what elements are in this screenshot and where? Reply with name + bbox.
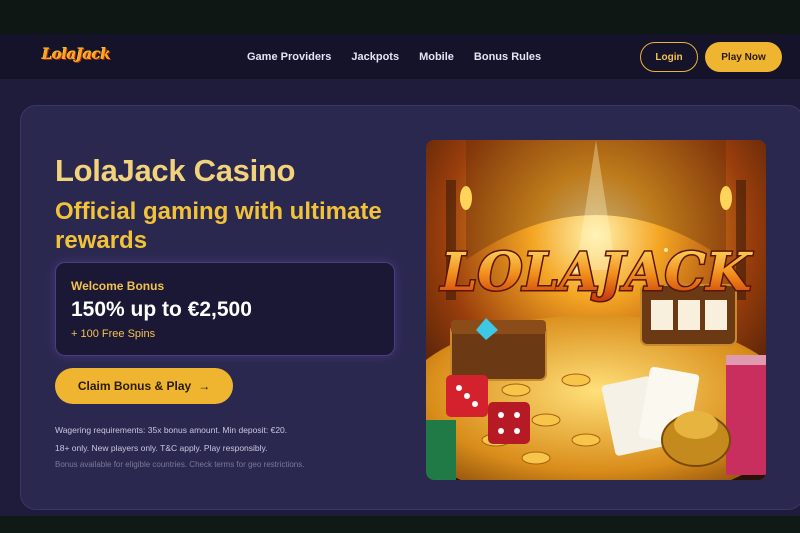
arrow-right-icon: →	[198, 379, 211, 393]
page-subtitle: Official gaming with ultimate rewards	[55, 198, 382, 254]
nav-jackpots[interactable]: Jackpots	[351, 51, 399, 63]
top-band	[0, 0, 800, 34]
nav-bonus-rules[interactable]: Bonus Rules	[474, 51, 541, 63]
page-title: LolaJack Casino	[55, 153, 296, 188]
nav-mobile[interactable]: Mobile	[419, 51, 454, 63]
claim-bonus-label: Claim Bonus & Play	[77, 379, 192, 393]
welcome-bonus-box: Welcome Bonus 150% up to €2,500 + 100 Fr…	[55, 262, 395, 356]
geo-note: Bonus available for eligible countries. …	[55, 460, 305, 469]
main-nav: Game Providers Jackpots Mobile Bonus Rul…	[247, 51, 541, 63]
nav-game-providers[interactable]: Game Providers	[247, 51, 331, 63]
brand-logo[interactable]: LolaJack	[42, 45, 111, 63]
login-button[interactable]: Login	[640, 42, 698, 72]
bottom-band	[0, 516, 800, 533]
claim-bonus-button[interactable]: Claim Bonus & Play →	[55, 368, 233, 404]
play-now-button[interactable]: Play Now	[705, 42, 782, 72]
hero-casino-illustration: LOLAJACK	[426, 140, 766, 480]
bonus-free-spins: + 100 Free Spins	[71, 328, 156, 340]
art-logo-text: LOLAJACK	[439, 242, 753, 303]
bonus-amount: 150% up to €2,500	[71, 298, 252, 321]
wagering-note: Wagering requirements: 35x bonus amount.…	[55, 425, 288, 435]
age-note: 18+ only. New players only. T&C apply. P…	[55, 443, 268, 453]
site-header: LolaJack Game Providers Jackpots Mobile …	[0, 34, 800, 80]
bonus-label: Welcome Bonus	[71, 279, 165, 293]
